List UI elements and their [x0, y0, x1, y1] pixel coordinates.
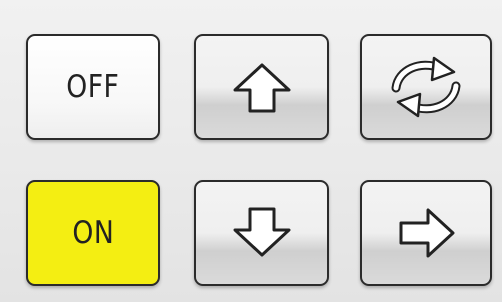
right-button[interactable] — [360, 180, 492, 286]
arrow-up-icon — [227, 59, 297, 115]
on-button-label: ON — [72, 215, 114, 251]
refresh-cycle-icon — [380, 54, 472, 120]
on-button[interactable]: ON — [26, 180, 160, 286]
arrow-right-icon — [391, 205, 461, 261]
button-panel: OFF ON — [0, 0, 502, 302]
down-button[interactable] — [194, 180, 329, 286]
off-button-label: OFF — [66, 69, 120, 105]
off-button[interactable]: OFF — [26, 34, 160, 140]
arrow-down-icon — [227, 205, 297, 261]
up-button[interactable] — [194, 34, 329, 140]
cycle-button[interactable] — [360, 34, 492, 140]
